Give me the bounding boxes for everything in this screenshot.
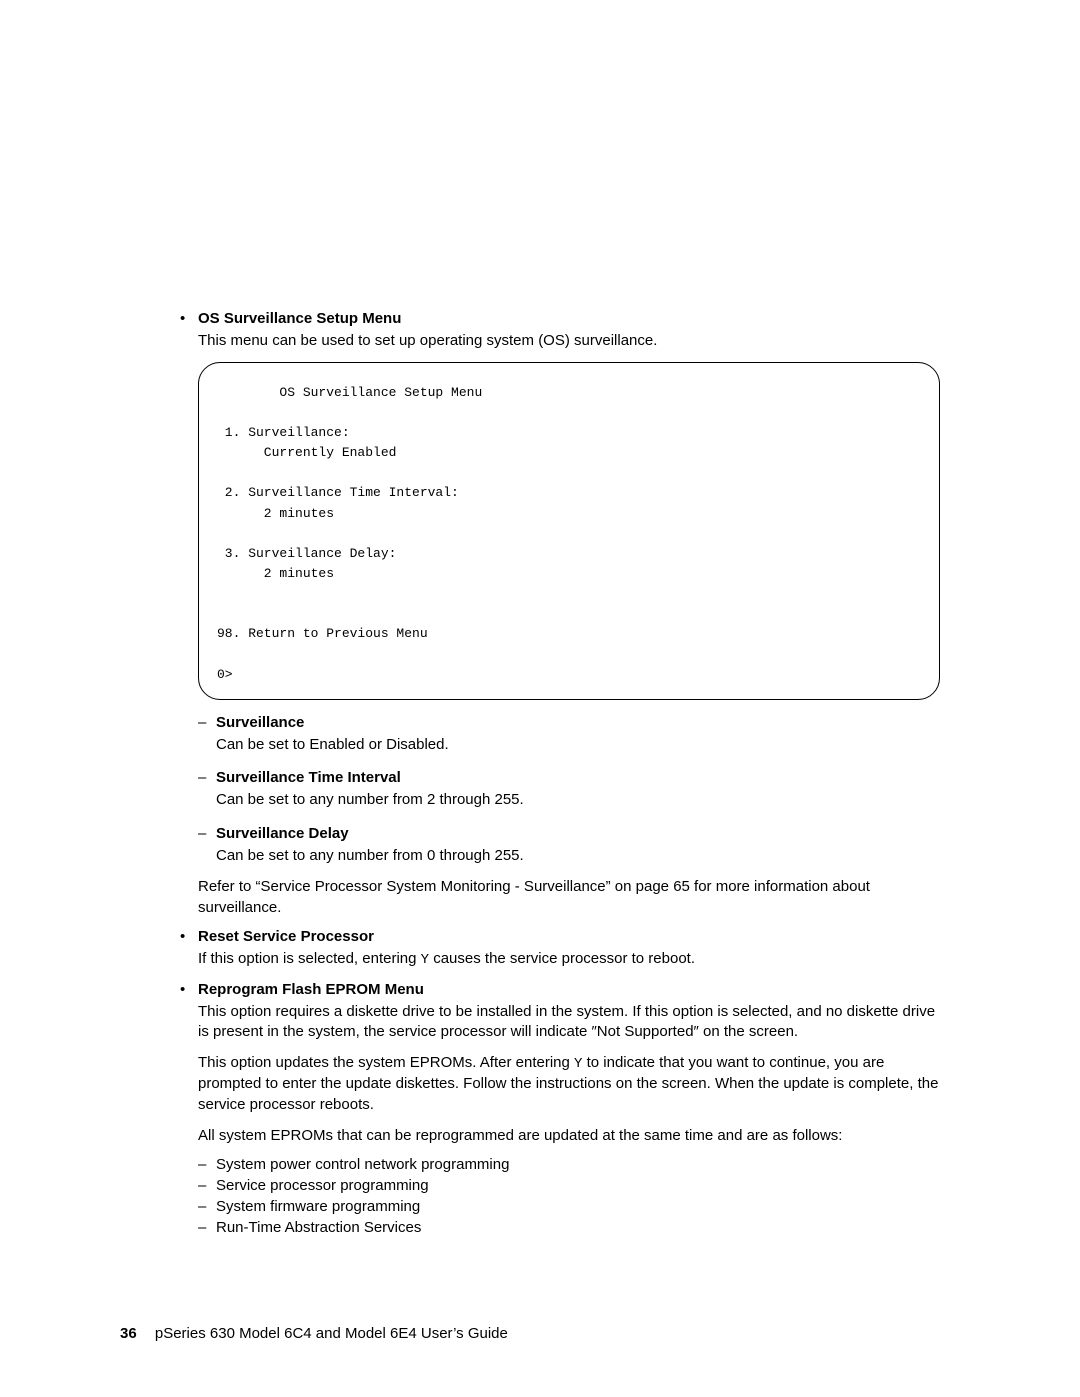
bullet-dot: • xyxy=(180,928,198,945)
text-part: This option updates the system EPROMs. A… xyxy=(198,1054,574,1071)
code-y: Y xyxy=(421,952,429,968)
dash-marker: – xyxy=(198,1177,216,1194)
sub-desc: Can be set to any number from 0 through … xyxy=(216,846,940,867)
heading-os-surveillance: OS Surveillance Setup Menu xyxy=(198,310,401,327)
page-number: 36 xyxy=(120,1325,137,1342)
sub-title: Surveillance xyxy=(216,714,304,731)
sub-item-time-interval: – Surveillance Time Interval xyxy=(198,769,940,786)
footer-title: pSeries 630 Model 6C4 and Model 6E4 User… xyxy=(155,1325,508,1342)
reprogram-p1: This option requires a diskette drive to… xyxy=(198,1002,940,1043)
eprom-item: – Service processor programming xyxy=(198,1177,940,1194)
eprom-item: – System power control network programmi… xyxy=(198,1156,940,1173)
sub-desc: Can be set to any number from 2 through … xyxy=(216,790,940,811)
eprom-item: – System firmware programming xyxy=(198,1198,940,1215)
eprom-text: System power control network programming xyxy=(216,1156,509,1173)
dash-marker: – xyxy=(198,714,216,731)
dash-marker: – xyxy=(198,769,216,786)
dash-marker: – xyxy=(198,1198,216,1215)
dash-marker: – xyxy=(198,1219,216,1236)
sub-item-delay: – Surveillance Delay xyxy=(198,825,940,842)
terminal-menu-box: OS Surveillance Setup Menu 1. Surveillan… xyxy=(198,362,940,700)
intro-text: This menu can be used to set up operatin… xyxy=(198,331,940,352)
page-footer: 36 pSeries 630 Model 6C4 and Model 6E4 U… xyxy=(120,1325,508,1342)
heading-reprogram: Reprogram Flash EPROM Menu xyxy=(198,981,424,998)
page-content: • OS Surveillance Setup Menu This menu c… xyxy=(0,0,1080,1236)
sub-title: Surveillance Delay xyxy=(216,825,349,842)
bullet-reprogram: • Reprogram Flash EPROM Menu xyxy=(180,981,940,998)
reprogram-p3: All system EPROMs that can be reprogramm… xyxy=(198,1126,940,1147)
reset-sp-desc: If this option is selected, entering Y c… xyxy=(198,949,940,970)
sub-title: Surveillance Time Interval xyxy=(216,769,401,786)
reprogram-p2: This option updates the system EPROMs. A… xyxy=(198,1053,940,1116)
heading-reset-sp: Reset Service Processor xyxy=(198,928,374,945)
dash-marker: – xyxy=(198,825,216,842)
eprom-item: – Run-Time Abstraction Services xyxy=(198,1219,940,1236)
dash-marker: – xyxy=(198,1156,216,1173)
bullet-os-surveillance: • OS Surveillance Setup Menu xyxy=(180,310,940,327)
sub-item-surveillance: – Surveillance xyxy=(198,714,940,731)
text-part: causes the service processor to reboot. xyxy=(429,950,695,967)
eprom-text: System firmware programming xyxy=(216,1198,420,1215)
bullet-dot: • xyxy=(180,981,198,998)
sub-desc: Can be set to Enabled or Disabled. xyxy=(216,735,940,756)
text-part: If this option is selected, entering xyxy=(198,950,421,967)
bullet-reset-sp: • Reset Service Processor xyxy=(180,928,940,945)
bullet-dot: • xyxy=(180,310,198,327)
eprom-text: Run-Time Abstraction Services xyxy=(216,1219,421,1236)
refer-text: Refer to “Service Processor System Monit… xyxy=(198,877,940,918)
eprom-text: Service processor programming xyxy=(216,1177,429,1194)
